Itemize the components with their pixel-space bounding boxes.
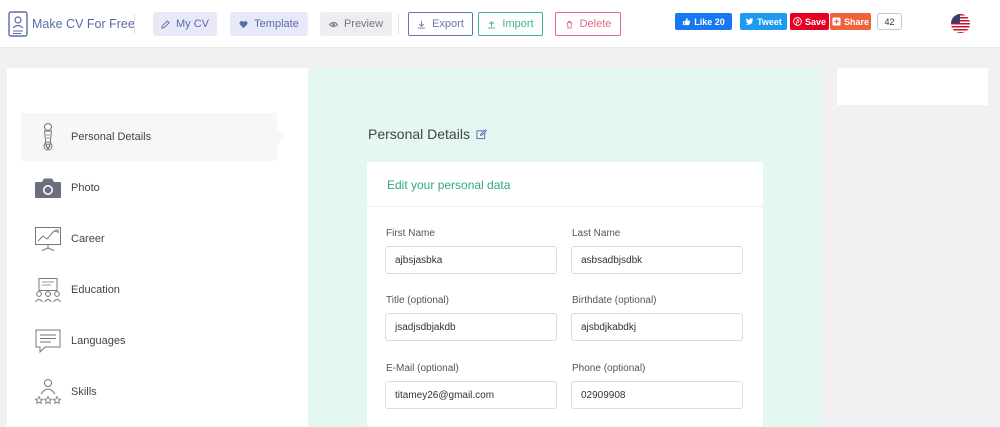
phone-field[interactable] — [571, 381, 743, 409]
sidebar-item-label: Career — [71, 233, 105, 245]
download-icon — [417, 20, 426, 29]
last-name-field[interactable] — [571, 246, 743, 274]
career-chart-icon — [33, 224, 63, 254]
share-button[interactable]: Share — [830, 13, 871, 30]
trash-icon — [566, 20, 572, 29]
my-cv-button[interactable]: My CV — [153, 12, 217, 36]
heart-icon — [239, 20, 248, 28]
share-count: 42 — [877, 13, 902, 30]
sidebar-item-career[interactable]: Career — [21, 215, 277, 263]
card-title: Edit your personal data — [387, 178, 511, 192]
import-button[interactable]: Import — [478, 12, 543, 36]
last-name-label: Last Name — [572, 228, 621, 239]
template-label: Template — [254, 18, 299, 30]
pinterest-save-button[interactable]: Save — [790, 13, 829, 30]
template-button[interactable]: Template — [230, 12, 308, 36]
email-field[interactable] — [385, 381, 557, 409]
sidebar-item-label: Personal Details — [71, 131, 152, 143]
person-stars-icon — [33, 377, 63, 407]
section-sidebar: Personal Details Photo Career Education … — [7, 68, 308, 427]
email-label: E-Mail (optional) — [386, 363, 459, 374]
section-heading: Personal Details — [368, 126, 487, 142]
pinterest-icon — [793, 17, 802, 26]
personal-data-card: Edit your personal data First Name Last … — [367, 162, 763, 427]
phone-label: Phone (optional) — [572, 363, 646, 374]
section-title: Personal Details — [368, 126, 470, 142]
delete-label: Delete — [579, 18, 612, 30]
sidebar-item-label: Education — [71, 284, 120, 296]
camera-icon — [33, 173, 63, 203]
cv-document-icon — [8, 11, 28, 37]
app-logo[interactable]: Make CV For Free — [8, 11, 135, 37]
sidebar-item-label: Skills — [71, 386, 97, 398]
tweet-button[interactable]: Tweet — [740, 13, 787, 30]
export-label: Export — [432, 18, 464, 30]
birthdate-label: Birthdate (optional) — [572, 295, 657, 306]
main-content: Personal Details Edit your personal data… — [308, 68, 822, 427]
sidebar-item-personal-details[interactable]: Personal Details — [21, 113, 285, 161]
plus-box-icon — [832, 17, 841, 26]
sidebar-item-label: Languages — [71, 335, 126, 347]
share-label: Share — [843, 16, 869, 27]
delete-button[interactable]: Delete — [555, 12, 621, 36]
eye-icon — [328, 21, 338, 27]
preview-panel — [837, 68, 988, 105]
app-name: Make CV For Free — [32, 17, 135, 31]
preview-button[interactable]: Preview — [320, 12, 392, 36]
like-label: Like 20 — [694, 16, 725, 27]
edit-icon — [161, 19, 170, 29]
sidebar-item-photo[interactable]: Photo — [21, 164, 277, 212]
title-field[interactable] — [385, 313, 557, 341]
tweet-label: Tweet — [757, 16, 782, 27]
sidebar-item-label: Photo — [71, 182, 100, 194]
top-bar: Make CV For Free My CV Template Preview … — [0, 0, 1000, 48]
twitter-bird-icon — [745, 18, 754, 25]
preview-label: Preview — [343, 18, 384, 30]
first-name-label: First Name — [386, 228, 435, 239]
export-button[interactable]: Export — [408, 12, 473, 36]
sidebar-item-languages[interactable]: Languages — [21, 317, 277, 365]
speech-bubble-icon — [33, 326, 63, 356]
card-header: Edit your personal data — [367, 162, 763, 207]
upload-icon — [488, 20, 496, 29]
save-label: Save — [804, 16, 827, 27]
first-name-field[interactable] — [385, 246, 557, 274]
person-tie-icon — [33, 122, 63, 152]
facebook-like-button[interactable]: Like 20 — [675, 13, 732, 30]
title-label: Title (optional) — [386, 295, 449, 306]
import-label: Import — [502, 18, 534, 30]
divider — [398, 14, 399, 34]
thumbs-up-icon — [683, 17, 691, 26]
sidebar-item-education[interactable]: Education — [21, 266, 277, 314]
us-flag-icon[interactable] — [951, 14, 970, 33]
my-cv-label: My CV — [176, 18, 209, 30]
birthdate-field[interactable] — [571, 313, 743, 341]
sidebar-item-skills[interactable]: Skills — [21, 368, 277, 416]
divider — [134, 14, 135, 34]
edit-icon[interactable] — [476, 128, 487, 140]
education-icon — [33, 275, 63, 305]
